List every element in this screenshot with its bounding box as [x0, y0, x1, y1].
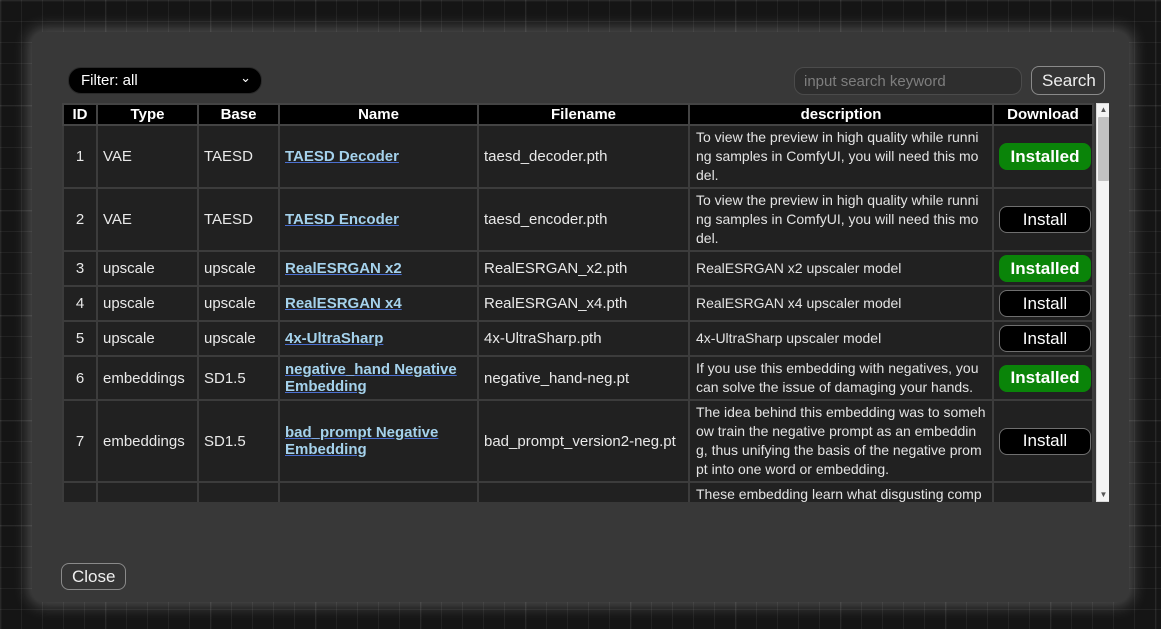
- model-link[interactable]: bad_prompt Negative Embedding: [285, 424, 438, 458]
- cell-name: negative_hand Negative Embedding: [279, 356, 478, 400]
- table-row: 2 VAE TAESD TAESD Encoder taesd_encoder.…: [63, 188, 1093, 251]
- close-button[interactable]: Close: [61, 563, 126, 590]
- cell-description: To view the preview in high quality whil…: [689, 125, 993, 188]
- cell-type: upscale: [97, 251, 198, 286]
- table-header-row: ID Type Base Name Filename description D…: [63, 104, 1093, 125]
- table-row: 5 upscale upscale 4x-UltraSharp 4x-Ultra…: [63, 321, 1093, 356]
- model-link[interactable]: TAESD Encoder: [285, 211, 399, 228]
- cell-type: VAE: [97, 188, 198, 251]
- model-table: ID Type Base Name Filename description D…: [62, 103, 1094, 502]
- cell-filename: negative_hand-neg.pt: [478, 356, 689, 400]
- header-name: Name: [279, 104, 478, 125]
- cell-download: Installed: [993, 251, 1093, 286]
- cell-filename: 4x-UltraSharp.pth: [478, 321, 689, 356]
- cell-name: RealESRGAN x4: [279, 286, 478, 321]
- cell-name: TAESD Decoder: [279, 125, 478, 188]
- header-base: Base: [198, 104, 279, 125]
- header-download: Download: [993, 104, 1093, 125]
- cell-id: 6: [63, 356, 97, 400]
- cell-type: upscale: [97, 286, 198, 321]
- cell-description: These embedding learn what disgusting co…: [689, 482, 993, 502]
- cell-id: [63, 482, 97, 502]
- cell-base: upscale: [198, 251, 279, 286]
- cell-download: Install: [993, 188, 1093, 251]
- cell-description: To view the preview in high quality whil…: [689, 188, 993, 251]
- cell-base: TAESD: [198, 188, 279, 251]
- table-row: 1 VAE TAESD TAESD Decoder taesd_decoder.…: [63, 125, 1093, 188]
- cell-name: bad_prompt Negative Embedding: [279, 400, 478, 482]
- installed-button[interactable]: Installed: [999, 255, 1091, 282]
- cell-base: TAESD: [198, 125, 279, 188]
- installed-button[interactable]: Installed: [999, 143, 1091, 170]
- cell-name: RealESRGAN x2: [279, 251, 478, 286]
- cell-description: The idea behind this embedding was to so…: [689, 400, 993, 482]
- cell-download: Installed: [993, 356, 1093, 400]
- search-input[interactable]: [794, 67, 1022, 95]
- model-table-container: ID Type Base Name Filename description D…: [62, 103, 1109, 502]
- cell-download: Install: [993, 286, 1093, 321]
- header-id: ID: [63, 104, 97, 125]
- cell-description: RealESRGAN x4 upscaler model: [689, 286, 993, 321]
- table-row: 3 upscale upscale RealESRGAN x2 RealESRG…: [63, 251, 1093, 286]
- scrollbar[interactable]: ▲ ▼: [1096, 103, 1109, 502]
- cell-id: 7: [63, 400, 97, 482]
- cell-base: upscale: [198, 321, 279, 356]
- cell-base: upscale: [198, 286, 279, 321]
- cell-name: 4x-UltraSharp: [279, 321, 478, 356]
- cell-id: 3: [63, 251, 97, 286]
- cell-base: [198, 482, 279, 502]
- cell-filename: [478, 482, 689, 502]
- scrollbar-down-icon[interactable]: ▼: [1097, 489, 1109, 501]
- cell-id: 5: [63, 321, 97, 356]
- install-button[interactable]: Install: [999, 428, 1091, 455]
- cell-name: [279, 482, 478, 502]
- cell-base: SD1.5: [198, 356, 279, 400]
- scrollbar-thumb[interactable]: [1098, 117, 1109, 181]
- model-link[interactable]: TAESD Decoder: [285, 148, 399, 165]
- cell-filename: bad_prompt_version2-neg.pt: [478, 400, 689, 482]
- cell-type: embeddings: [97, 356, 198, 400]
- cell-type: embeddings: [97, 400, 198, 482]
- table-row: 7 embeddings SD1.5 bad_prompt Negative E…: [63, 400, 1093, 482]
- cell-download: Installed: [993, 125, 1093, 188]
- table-row: 4 upscale upscale RealESRGAN x4 RealESRG…: [63, 286, 1093, 321]
- table-row: 6 embeddings SD1.5 negative_hand Negativ…: [63, 356, 1093, 400]
- cell-download: [993, 482, 1093, 502]
- cell-name: TAESD Encoder: [279, 188, 478, 251]
- install-button[interactable]: Install: [999, 325, 1091, 352]
- table-row: These embedding learn what disgusting co…: [63, 482, 1093, 502]
- scrollbar-up-icon[interactable]: ▲: [1097, 104, 1109, 116]
- install-button[interactable]: Install: [999, 290, 1091, 317]
- cell-download: Install: [993, 400, 1093, 482]
- installed-button[interactable]: Installed: [999, 365, 1091, 392]
- cell-id: 2: [63, 188, 97, 251]
- cell-filename: RealESRGAN_x2.pth: [478, 251, 689, 286]
- cell-type: VAE: [97, 125, 198, 188]
- cell-type: [97, 482, 198, 502]
- cell-description: If you use this embedding with negatives…: [689, 356, 993, 400]
- cell-download: Install: [993, 321, 1093, 356]
- cell-base: SD1.5: [198, 400, 279, 482]
- model-link[interactable]: RealESRGAN x4: [285, 295, 402, 312]
- filter-select-value: Filter: all: [81, 72, 138, 89]
- install-button[interactable]: Install: [999, 206, 1091, 233]
- chevron-down-icon: ⌄: [240, 73, 251, 83]
- cell-description: 4x-UltraSharp upscaler model: [689, 321, 993, 356]
- cell-description: RealESRGAN x2 upscaler model: [689, 251, 993, 286]
- cell-filename: taesd_encoder.pth: [478, 188, 689, 251]
- cell-type: upscale: [97, 321, 198, 356]
- search-button[interactable]: Search: [1031, 66, 1105, 95]
- header-filename: Filename: [478, 104, 689, 125]
- cell-filename: taesd_decoder.pth: [478, 125, 689, 188]
- model-manager-dialog: Filter: all ⌄ Search ID Type Base Name F…: [32, 32, 1129, 602]
- header-type: Type: [97, 104, 198, 125]
- cell-filename: RealESRGAN_x4.pth: [478, 286, 689, 321]
- cell-id: 4: [63, 286, 97, 321]
- model-link[interactable]: RealESRGAN x2: [285, 260, 402, 277]
- cell-id: 1: [63, 125, 97, 188]
- model-link[interactable]: negative_hand Negative Embedding: [285, 361, 457, 395]
- header-description: description: [689, 104, 993, 125]
- filter-select[interactable]: Filter: all ⌄: [68, 67, 262, 94]
- model-link[interactable]: 4x-UltraSharp: [285, 330, 383, 347]
